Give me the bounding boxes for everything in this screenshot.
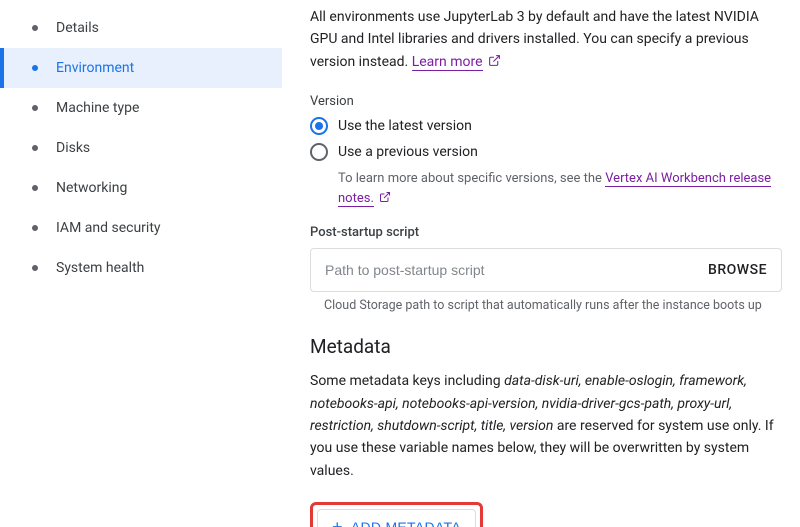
radio-latest-version[interactable]: Use the latest version [310,117,782,135]
version-helper: To learn more about specific versions, s… [310,169,782,209]
sidebar-item-machine-type[interactable]: Machine type [0,88,282,128]
sidebar-item-label: System health [56,260,144,276]
sidebar-item-iam-security[interactable]: IAM and security [0,208,282,248]
metadata-description: Some metadata keys including data-disk-u… [310,370,782,482]
sidebar-item-networking[interactable]: Networking [0,168,282,208]
bullet-icon [32,185,38,191]
post-startup-script-input[interactable] [325,262,708,278]
highlight-annotation: + ADD METADATA [310,502,483,527]
radio-label: Use the latest version [338,118,472,134]
sidebar-item-label: Details [56,20,99,36]
main-content: All environments use JupyterLab 3 by def… [282,0,800,527]
radio-icon [310,117,328,135]
sidebar-item-label: Environment [56,60,134,76]
external-link-icon [379,190,391,210]
sidebar: Details Environment Machine type Disks N… [0,0,282,527]
post-startup-label: Post-startup script [310,225,782,240]
bullet-icon [32,105,38,111]
sidebar-item-disks[interactable]: Disks [0,128,282,168]
bullet-icon [32,65,38,71]
sidebar-item-system-health[interactable]: System health [0,248,282,288]
external-link-icon [488,52,501,74]
plus-icon: + [332,518,343,527]
sidebar-item-details[interactable]: Details [0,8,282,48]
version-label: Version [310,94,782,109]
bullet-icon [32,265,38,271]
browse-button[interactable]: BROWSE [708,262,767,278]
sidebar-item-label: Machine type [56,100,139,116]
add-metadata-button[interactable]: + ADD METADATA [317,509,476,527]
bullet-icon [32,145,38,151]
post-startup-help: Cloud Storage path to script that automa… [310,298,782,313]
bullet-icon [32,225,38,231]
radio-icon [310,143,328,161]
add-metadata-label: ADD METADATA [351,519,461,527]
sidebar-item-label: IAM and security [56,220,161,236]
bullet-icon [32,25,38,31]
sidebar-item-label: Networking [56,180,127,196]
sidebar-item-environment[interactable]: Environment [0,48,282,88]
radio-label: Use a previous version [338,144,478,160]
radio-previous-version[interactable]: Use a previous version [310,143,782,161]
metadata-heading: Metadata [310,335,782,358]
intro-body: All environments use JupyterLab 3 by def… [310,9,759,70]
learn-more-link[interactable]: Learn more [412,54,483,71]
post-startup-input-row: BROWSE [310,248,782,292]
intro-text: All environments use JupyterLab 3 by def… [310,6,782,74]
sidebar-item-label: Disks [56,140,90,156]
